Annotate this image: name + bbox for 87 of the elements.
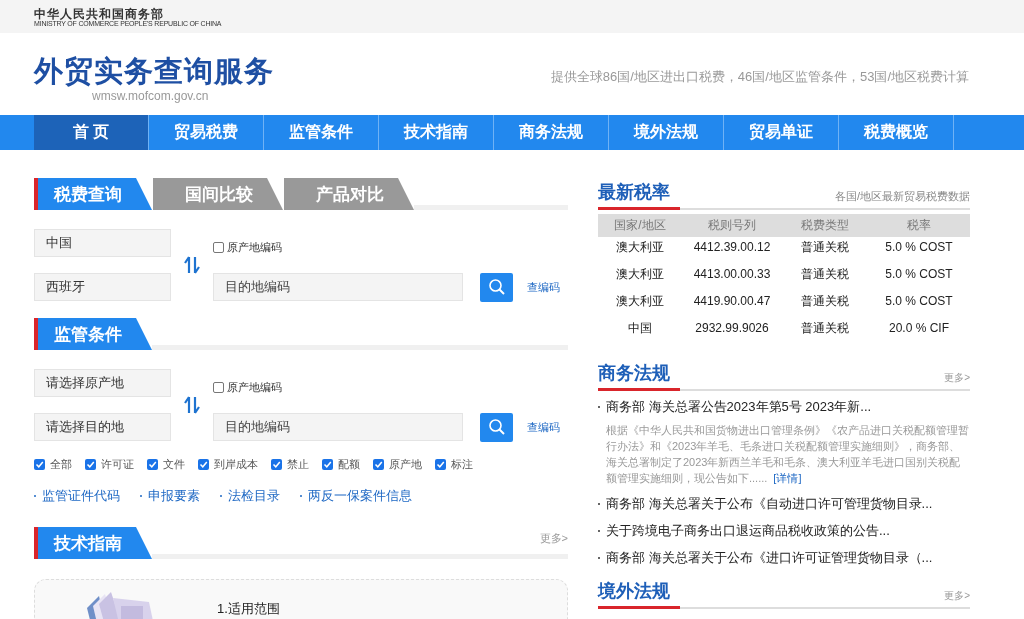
- table-cell-text: 普通关税: [800, 239, 850, 256]
- resource-link[interactable]: 法检目录: [228, 488, 280, 503]
- detail-link[interactable]: [详情]: [773, 472, 802, 484]
- origin-field[interactable]: 中国: [34, 229, 171, 257]
- table-cell-text: 澳大利亚: [615, 266, 665, 283]
- section-title: 最新税率: [598, 180, 680, 210]
- checkbox[interactable]: [322, 459, 333, 470]
- news-link[interactable]: 商务部 海关总署关于公布《进口许可证管理货物目录（...: [606, 549, 933, 567]
- origin-field[interactable]: 请选择原产地: [34, 369, 171, 397]
- ministry-name: 中华人民共和国商务部: [34, 6, 164, 21]
- checkbox-label: 标注: [451, 457, 473, 472]
- swap-icon[interactable]: [184, 396, 200, 414]
- news-link[interactable]: 商务部 海关总署公告2023年第5号 2023年新...: [606, 398, 872, 416]
- checkbox[interactable]: [85, 459, 96, 470]
- column-header: 国家/地区: [598, 214, 682, 237]
- column-header: 税则号列: [682, 214, 782, 237]
- table-cell-text: 5.0 % COST: [884, 293, 954, 310]
- more-link[interactable]: 更多>: [944, 371, 970, 385]
- checkbox-label: 原产地编码: [227, 380, 282, 395]
- checkbox[interactable]: [213, 382, 224, 393]
- column-header: 税费类型: [782, 214, 868, 237]
- search-icon: [487, 418, 506, 436]
- table-cell-text: 普通关税: [800, 320, 850, 337]
- checkbox[interactable]: [373, 459, 384, 470]
- guide-item[interactable]: 1.适用范围: [217, 588, 280, 618]
- destination-field[interactable]: 西班牙: [34, 273, 171, 301]
- nav-item[interactable]: 监管条件: [264, 115, 379, 150]
- resource-link[interactable]: 监管证件代码: [42, 488, 120, 503]
- destination-field[interactable]: 请选择目的地: [34, 413, 171, 441]
- section-tab[interactable]: 税费查询: [34, 178, 152, 210]
- column-header: 税率: [868, 214, 970, 237]
- table-cell-text: 4419.90.00.47: [692, 293, 772, 310]
- nav-item[interactable]: 首 页: [34, 115, 149, 150]
- nav-item[interactable]: 境外法规: [609, 115, 724, 150]
- checkbox[interactable]: [213, 242, 224, 253]
- nav-item[interactable]: 贸易税费: [149, 115, 264, 150]
- section-title: 监管条件: [34, 318, 152, 350]
- code-field[interactable]: 目的地编码: [213, 273, 463, 301]
- checkbox[interactable]: [435, 459, 446, 470]
- lookup-code-link[interactable]: 查编码: [527, 419, 568, 435]
- table-cell-text: 5.0 % COST: [884, 266, 954, 283]
- code-field[interactable]: 目的地编码: [213, 413, 463, 441]
- swap-icon[interactable]: [184, 256, 200, 274]
- section-title: 技术指南: [34, 527, 152, 559]
- nav-item[interactable]: 贸易单证: [724, 115, 839, 150]
- site-title: 外贸实务查询服务: [34, 54, 274, 89]
- table-cell-text: 普通关税: [800, 266, 850, 283]
- search-icon: [487, 278, 506, 296]
- more-link[interactable]: 更多>: [539, 531, 568, 546]
- table-cell-text: 2932.99.9026: [694, 320, 770, 337]
- checkbox[interactable]: [271, 459, 282, 470]
- table-cell-text: 普通关税: [800, 293, 850, 310]
- more-link[interactable]: 更多>: [944, 589, 970, 603]
- resource-link[interactable]: 申报要素: [148, 488, 200, 503]
- section-title: 商务法规: [598, 361, 680, 391]
- checkbox-label: 原产地编码: [227, 240, 282, 255]
- checkbox-label: 全部: [50, 457, 72, 472]
- table-cell-text: 澳大利亚: [615, 293, 665, 310]
- news-link[interactable]: 商务部 海关总署关于公布《自动进口许可管理货物目录...: [606, 495, 933, 513]
- search-button[interactable]: [480, 272, 513, 302]
- checkbox-label: 许可证: [101, 457, 134, 472]
- site-tagline: 提供全球86国/地区进出口税费，46国/地区监管条件，53国/地区税费计算: [550, 68, 969, 86]
- checkbox-label: 禁止: [287, 457, 309, 472]
- search-button[interactable]: [480, 412, 513, 442]
- checkbox[interactable]: [147, 459, 158, 470]
- checkbox[interactable]: [34, 459, 45, 470]
- nav-item[interactable]: 商务法规: [494, 115, 609, 150]
- resource-link[interactable]: 两反一保案件信息: [308, 488, 412, 503]
- table-cell-text: 4412.39.00.12: [692, 239, 772, 256]
- checkbox-label: 到岸成本: [214, 457, 258, 472]
- section-subtitle: 各国/地区最新贸易税费数据: [834, 189, 970, 204]
- lookup-code-link[interactable]: 查编码: [527, 279, 568, 295]
- section-title: 境外法规: [598, 579, 680, 609]
- nav-item[interactable]: 技术指南: [379, 115, 494, 150]
- checkbox-label: 文件: [163, 457, 185, 472]
- table-cell-text: 4413.00.00.33: [692, 266, 772, 283]
- checkbox[interactable]: [198, 459, 209, 470]
- table-cell-text: 澳大利亚: [615, 239, 665, 256]
- site-url: wmsw.mofcom.gov.cn: [91, 89, 210, 103]
- news-summary: 根据《中华人民共和国货物进出口管理条例》《农产品进口关税配额管理暂行办法》和《2023年羊毛、毛条进口关税配额管理实施细则》，商务部、海关总署制定了2023年新西兰羊毛和毛条、澳大利亚羊毛进口国别关税配额管理实施细则，现公告如下...... [详情]: [606, 423, 970, 486]
- table-cell-text: 5.0 % COST: [884, 239, 954, 256]
- table-cell-text: 20.0 % CIF: [888, 320, 950, 337]
- news-link[interactable]: 关于跨境电子商务出口退运商品税收政策的公告...: [606, 522, 890, 540]
- table-cell-text: 中国: [627, 320, 653, 337]
- checkbox-label: 原产地: [389, 457, 422, 472]
- nav-item[interactable]: 税费概览: [839, 115, 954, 150]
- checkbox-label: 配额: [338, 457, 360, 472]
